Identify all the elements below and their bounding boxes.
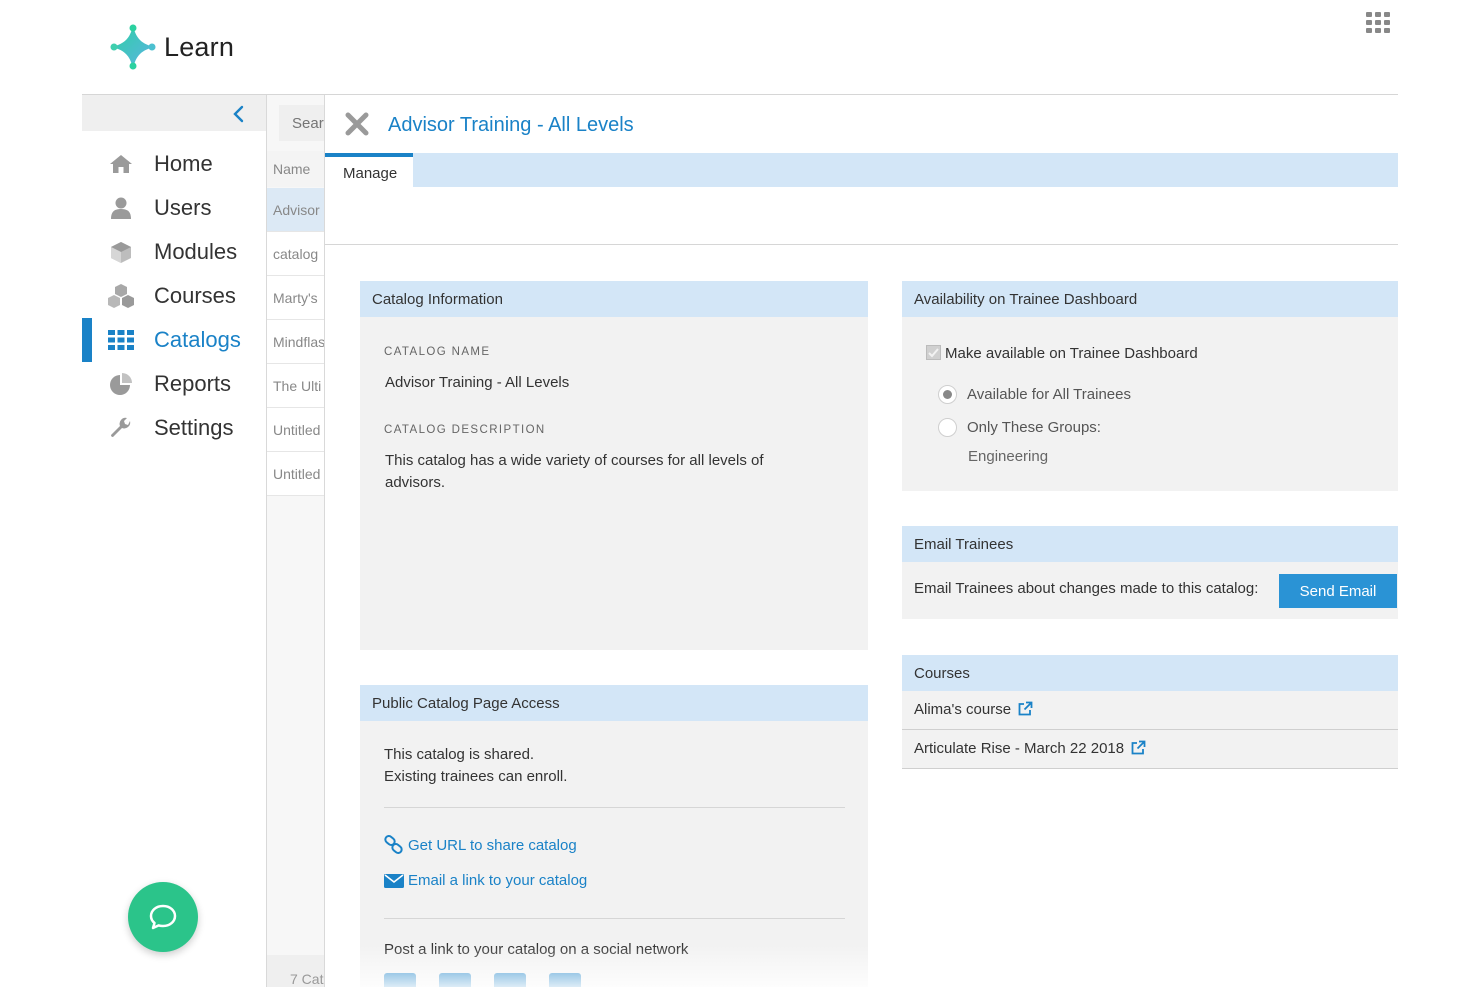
envelope-icon [384, 873, 404, 888]
cube-icon [106, 239, 136, 265]
panel-header: Email Trainees [902, 526, 1398, 562]
chevron-left-icon[interactable] [232, 105, 246, 123]
social-share-text: Post a link to your catalog on a social … [384, 941, 689, 958]
dashboard-availability-checkbox[interactable] [926, 345, 941, 360]
twitter-icon[interactable] [549, 973, 581, 987]
vk-icon[interactable] [384, 973, 416, 987]
sidebar-item-users[interactable]: Users [82, 186, 266, 230]
email-link[interactable]: Email a link to your catalog [384, 872, 587, 889]
availability-panel: Availability on Trainee Dashboard Make a… [902, 281, 1398, 491]
list-column-header-name[interactable]: Name [267, 151, 324, 187]
sidebar-item-courses[interactable]: Courses [82, 274, 266, 318]
radio-all-trainees[interactable] [938, 385, 957, 404]
panel-header: Public Catalog Page Access [360, 685, 868, 721]
email-link-label: Email a link to your catalog [408, 872, 588, 889]
courses-panel: Courses Alima's course Articulate Rise -… [902, 655, 1398, 769]
close-icon[interactable] [344, 111, 370, 137]
list-item[interactable]: Advisor [267, 188, 324, 232]
sidebar-item-label: Users [154, 195, 212, 220]
send-email-button[interactable]: Send Email [1279, 574, 1397, 608]
radio-all-trainees-label: Available for All Trainees [967, 386, 1131, 403]
link-icon [384, 835, 403, 854]
catalog-name-caption: CATALOG NAME [384, 346, 491, 358]
chat-bubble-icon [149, 904, 177, 930]
course-row: Alima's course [902, 691, 1398, 730]
course-name: Articulate Rise - March 22 2018 [914, 740, 1125, 757]
grid-icon [106, 327, 136, 353]
group-name: Engineering [968, 448, 1049, 465]
linkedin-icon[interactable] [439, 973, 471, 987]
catalog-description-caption: CATALOG DESCRIPTION [384, 424, 546, 436]
home-icon [106, 151, 136, 177]
dashboard-availability-label: Make available on Trainee Dashboard [945, 345, 1198, 362]
list-count-footer: 7 Catalogs [267, 955, 324, 987]
public-access-panel: Public Catalog Page Access This catalog … [360, 685, 868, 987]
sidebar-item-settings[interactable]: Settings [82, 406, 266, 450]
course-name: Alima's course [914, 701, 1012, 718]
detail-divider [325, 244, 1398, 245]
sidebar-item-reports[interactable]: Reports [82, 362, 266, 406]
course-row: Articulate Rise - March 22 2018 [902, 730, 1398, 769]
panel-header: Courses [902, 655, 1398, 691]
radio-only-groups[interactable] [938, 418, 957, 437]
sidebar-item-label: Reports [154, 371, 232, 396]
catalog-name-value: Advisor Training - All Levels [385, 374, 570, 391]
detail-title: Advisor Training - All Levels [388, 114, 634, 136]
sidebar-item-label: Modules [154, 239, 238, 264]
chat-button[interactable] [128, 882, 198, 952]
sidebar-item-label: Home [154, 151, 213, 176]
tab-bar [325, 153, 1398, 187]
user-icon [106, 195, 136, 221]
panel-header: Availability on Trainee Dashboard [902, 281, 1398, 317]
wrench-icon [106, 415, 136, 441]
checkmark-icon [928, 348, 939, 358]
list-item[interactable]: Mindflash [267, 320, 324, 364]
list-item[interactable]: The Ulti [267, 364, 324, 408]
share-status-line2: Existing trainees can enroll. [384, 768, 568, 785]
radio-only-groups-label: Only These Groups: [967, 419, 1101, 436]
share-status-line1: This catalog is shared. [384, 746, 535, 763]
catalog-description-value: This catalog has a wide variety of cours… [385, 452, 764, 491]
divider [384, 918, 845, 919]
list-item[interactable]: catalog [267, 232, 324, 276]
list-item[interactable]: Marty's [267, 276, 324, 320]
sidebar-item-home[interactable]: Home [82, 142, 266, 186]
pie-chart-icon [106, 371, 136, 397]
app-logo[interactable]: Learn [108, 22, 234, 72]
get-url-link[interactable]: Get URL to share catalog [384, 835, 577, 855]
sidebar-collapse-bar[interactable] [82, 95, 266, 131]
sidebar: Home Users Modules Courses Catalogs Repo… [82, 95, 267, 987]
panel-header: Catalog Information [360, 281, 868, 317]
sidebar-item-label: Courses [154, 283, 236, 308]
email-trainees-text: Email Trainees about changes made to thi… [914, 580, 1259, 597]
tab-manage[interactable]: Manage [325, 153, 413, 187]
catalog-search-input[interactable] [279, 105, 324, 141]
external-link-icon[interactable] [1130, 740, 1146, 756]
catalog-list: Name Advisor catalog Marty's Mindflash T… [267, 95, 325, 987]
app-brand-name: Learn [164, 31, 235, 62]
logo-icon [110, 24, 156, 70]
sidebar-item-catalogs[interactable]: Catalogs [82, 318, 266, 362]
divider [384, 807, 845, 808]
external-link-icon[interactable] [1017, 701, 1033, 717]
sidebar-item-label: Settings [154, 415, 234, 440]
sidebar-item-label: Catalogs [154, 327, 241, 352]
list-item[interactable]: Untitled [267, 408, 324, 452]
catalog-information-panel: Catalog Information CATALOG NAME Advisor… [360, 281, 868, 650]
get-url-link-label: Get URL to share catalog [408, 836, 577, 854]
list-item[interactable]: Untitled [267, 452, 324, 496]
apps-grid-icon[interactable] [1366, 12, 1390, 34]
sidebar-item-modules[interactable]: Modules [82, 230, 266, 274]
cubes-icon [106, 283, 136, 309]
facebook-icon[interactable] [494, 973, 526, 987]
